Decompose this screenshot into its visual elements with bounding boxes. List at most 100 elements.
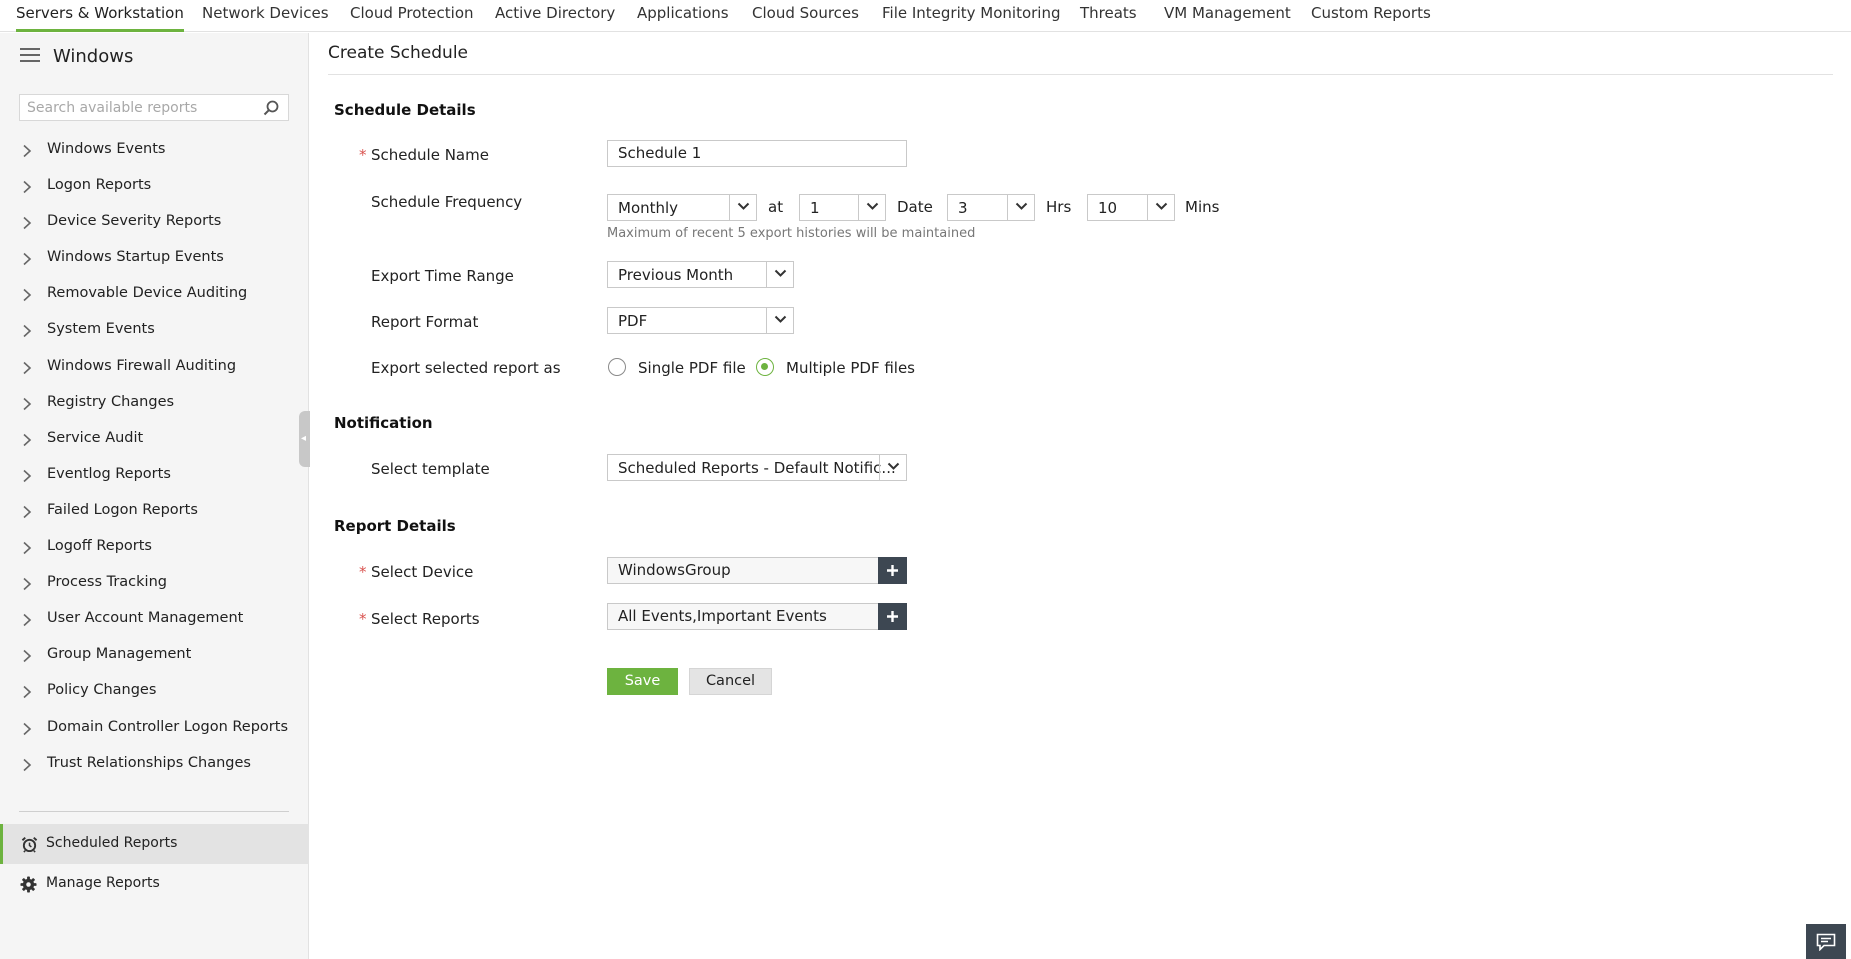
chevron-right-icon (23, 181, 32, 194)
sidebar-item-windows-firewall-auditing[interactable]: Windows Firewall Auditing (0, 350, 309, 386)
tab-cloud-sources[interactable]: Cloud Sources (752, 0, 859, 32)
minutes-select[interactable]: 10 (1087, 194, 1175, 221)
add-device-button[interactable] (878, 557, 907, 584)
sidebar-item-logoff-reports[interactable]: Logoff Reports (0, 530, 309, 566)
add-reports-button[interactable] (878, 603, 907, 630)
chevron-right-icon (23, 289, 32, 302)
save-button[interactable]: Save (607, 668, 678, 695)
tab-cloud-protection[interactable]: Cloud Protection (350, 0, 474, 32)
date-label: Date (897, 198, 933, 216)
sidebar-item-label: Eventlog Reports (47, 465, 171, 482)
chevron-down-icon (1147, 195, 1174, 220)
select-reports-label: Select Reports (371, 610, 480, 628)
export-history-hint: Maximum of recent 5 export histories wil… (607, 226, 976, 241)
sidebar-item-label: Windows Startup Events (47, 249, 224, 266)
chevron-right-icon (23, 578, 32, 591)
chevron-right-icon (23, 217, 32, 230)
schedule-name-input[interactable]: Schedule 1 (607, 140, 907, 167)
sidebar-item-label: Trust Relationships Changes (47, 754, 251, 771)
hamburger-menu-icon[interactable] (20, 48, 40, 62)
sidebar-item-label: Service Audit (47, 429, 144, 446)
sidebar-item-scheduled-reports[interactable]: Scheduled Reports (0, 824, 309, 864)
hours-value: 3 (958, 199, 968, 217)
chat-icon (1816, 933, 1836, 951)
date-value: 1 (810, 199, 820, 217)
required-marker: * (359, 610, 367, 628)
sidebar-item-logon-reports[interactable]: Logon Reports (0, 169, 309, 205)
sidebar-item-removable-device-auditing[interactable]: Removable Device Auditing (0, 277, 309, 313)
sidebar-item-group-management[interactable]: Group Management (0, 638, 309, 674)
sidebar-item-label: Registry Changes (47, 393, 175, 410)
sidebar-item-domain-controller-logon-reports[interactable]: Domain Controller Logon Reports (0, 711, 309, 747)
radio-multiple-pdf[interactable] (756, 358, 774, 376)
tab-file-integrity-monitoring[interactable]: File Integrity Monitoring (882, 0, 1061, 32)
chevron-right-icon (23, 722, 32, 735)
report-format-label: Report Format (371, 313, 479, 331)
template-select[interactable]: Scheduled Reports - Default Notific... (607, 454, 907, 481)
sidebar-item-policy-changes[interactable]: Policy Changes (0, 674, 309, 710)
select-template-label: Select template (371, 460, 490, 478)
sidebar-item-user-account-management[interactable]: User Account Management (0, 602, 309, 638)
tab-network-devices[interactable]: Network Devices (202, 0, 329, 32)
sidebar-divider (19, 811, 289, 812)
search-icon[interactable] (262, 99, 280, 117)
mins-label: Mins (1185, 198, 1220, 216)
tab-custom-reports[interactable]: Custom Reports (1311, 0, 1431, 32)
title-divider (328, 74, 1833, 75)
chat-button[interactable] (1806, 924, 1846, 959)
tab-servers-workstation[interactable]: Servers & Workstation (16, 0, 184, 32)
tab-threats[interactable]: Threats (1080, 0, 1137, 32)
chevron-right-icon (23, 253, 32, 266)
tab-applications[interactable]: Applications (637, 0, 729, 32)
sidebar-item-service-audit[interactable]: Service Audit (0, 422, 309, 458)
date-select[interactable]: 1 (799, 194, 886, 221)
select-device-label: Select Device (371, 563, 474, 581)
sidebar-item-label: Removable Device Auditing (47, 285, 248, 302)
sidebar-collapse-handle[interactable]: ◂ (299, 411, 310, 467)
search-input[interactable] (20, 95, 256, 120)
hours-select[interactable]: 3 (947, 194, 1035, 221)
multiple-pdf-label[interactable]: Multiple PDF files (786, 359, 915, 377)
sidebar: Windows Windows Events Logon Reports Devic… (0, 33, 309, 959)
sidebar-item-manage-reports[interactable]: Manage Reports (0, 864, 309, 904)
sidebar-search (19, 94, 289, 121)
chevron-right-icon (23, 144, 32, 158)
gear-icon (20, 876, 37, 893)
tab-vm-management[interactable]: VM Management (1164, 0, 1291, 32)
select-reports-input[interactable]: All Events,Important Events (607, 603, 879, 630)
sidebar-item-label: Device Severity Reports (47, 213, 222, 230)
sidebar-item-registry-changes[interactable]: Registry Changes (0, 386, 309, 422)
template-value: Scheduled Reports - Default Notific... (618, 459, 896, 477)
radio-single-pdf[interactable] (608, 358, 626, 376)
chevron-right-icon (23, 397, 32, 410)
export-time-range-select[interactable]: Previous Month (607, 261, 794, 288)
cancel-button[interactable]: Cancel (689, 668, 772, 695)
single-pdf-label[interactable]: Single PDF file (638, 359, 746, 377)
chevron-right-icon (23, 469, 32, 482)
sidebar-item-process-tracking[interactable]: Process Tracking (0, 566, 309, 602)
export-selected-as-label: Export selected report as (371, 359, 561, 377)
chevron-down-icon (858, 195, 885, 220)
chevron-right-icon (23, 758, 32, 771)
sidebar-item-trust-relationships-changes[interactable]: Trust Relationships Changes (0, 747, 309, 783)
sidebar-item-eventlog-reports[interactable]: Eventlog Reports (0, 458, 309, 494)
frequency-select[interactable]: Monthly (607, 194, 757, 221)
sidebar-item-system-events[interactable]: System Events (0, 313, 309, 349)
tab-active-directory[interactable]: Active Directory (495, 0, 615, 32)
section-notification: Notification (334, 414, 433, 432)
sidebar-item-device-severity-reports[interactable]: Device Severity Reports (0, 205, 309, 241)
sidebar-item-windows-events[interactable]: Windows Events (0, 133, 309, 169)
report-format-select[interactable]: PDF (607, 307, 794, 334)
sidebar-item-label: Windows Events (47, 141, 166, 157)
chevron-down-icon (766, 262, 793, 287)
sidebar-item-label: Policy Changes (47, 682, 157, 699)
alarm-clock-icon (21, 836, 38, 853)
report-format-value: PDF (618, 312, 648, 330)
sidebar-item-label: User Account Management (47, 610, 244, 627)
sidebar-item-label: Windows Firewall Auditing (47, 357, 237, 374)
section-schedule-details: Schedule Details (334, 101, 476, 119)
sidebar-item-windows-startup-events[interactable]: Windows Startup Events (0, 241, 309, 277)
select-device-input[interactable]: WindowsGroup (607, 557, 879, 584)
chevron-right-icon (23, 361, 32, 374)
sidebar-item-failed-logon-reports[interactable]: Failed Logon Reports (0, 494, 309, 530)
